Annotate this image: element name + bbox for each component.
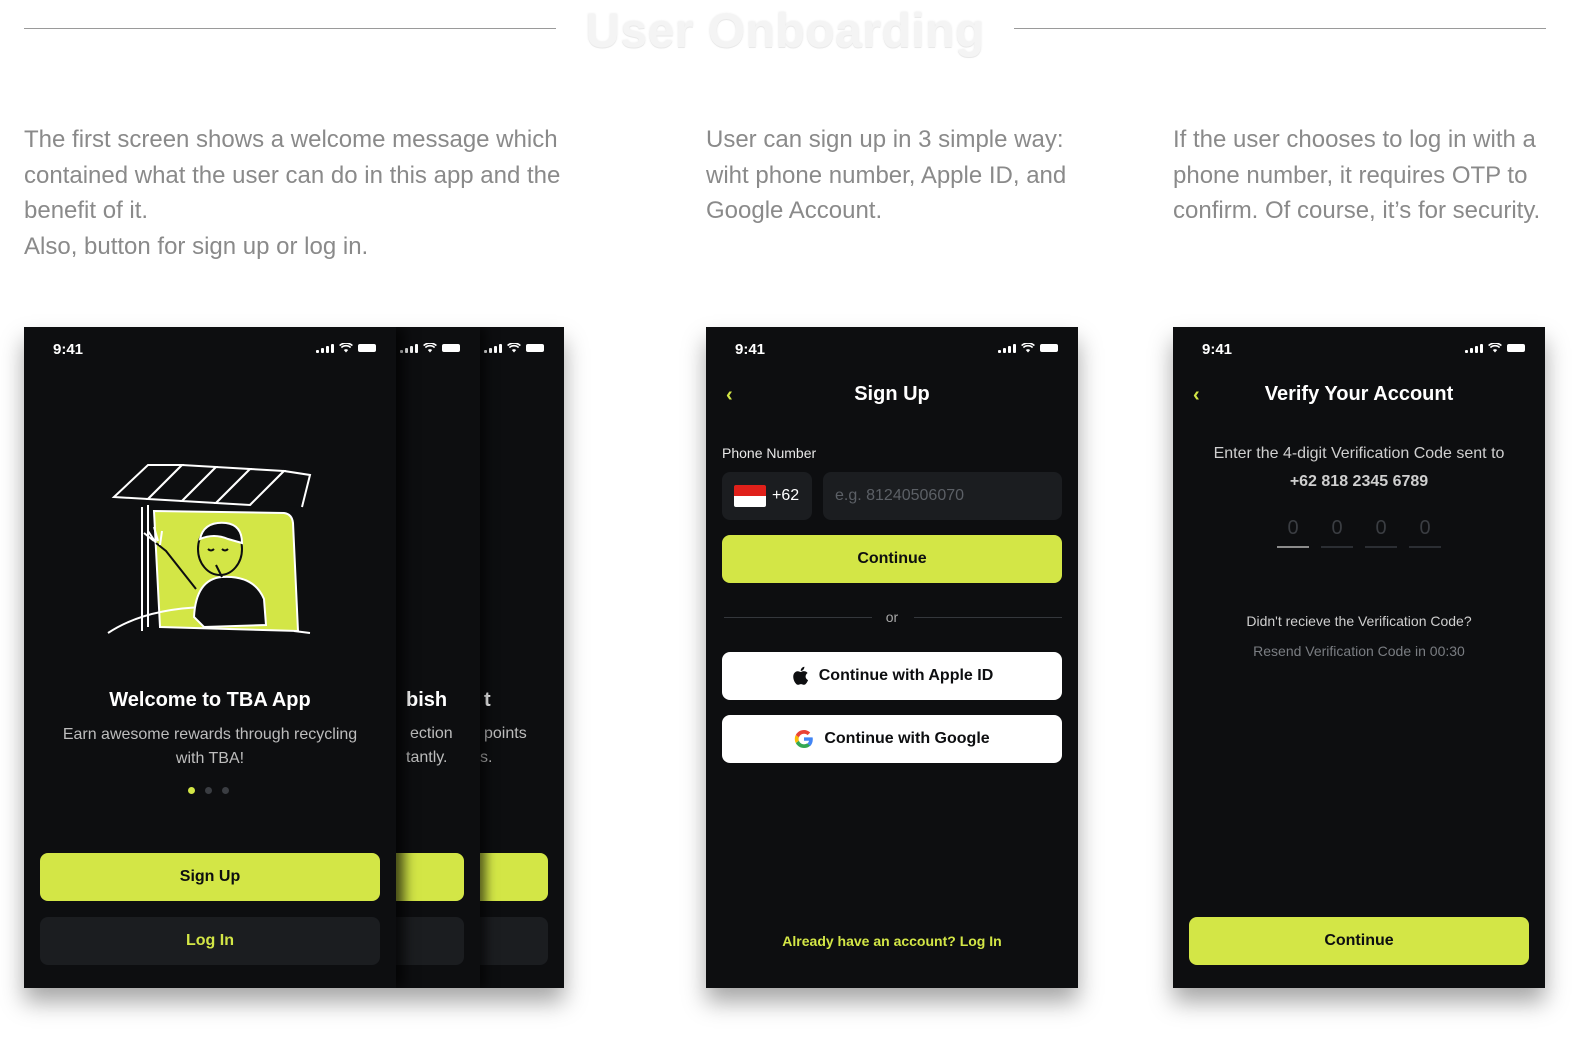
- welcome-screen-stack: t points s. bish ection tantly. 9:41 Wel…: [24, 327, 564, 988]
- divider-right: [914, 617, 1062, 618]
- signal-icon: [998, 343, 1016, 353]
- welcome-title: Welcome to TBA App: [109, 689, 311, 711]
- welcome-subtitle: Earn awesome rewards through recycling w…: [62, 726, 358, 767]
- indonesia-flag-icon: [734, 485, 766, 507]
- verify-instruction: Enter the 4-digit Verification Code sent…: [1213, 445, 1505, 462]
- login-button-partial: [480, 917, 548, 965]
- wifi-icon: [423, 343, 437, 353]
- battery-icon: [526, 344, 544, 352]
- onboarding-2-sub-b: tantly.: [406, 749, 448, 766]
- login-link[interactable]: Already have an account? Log In: [706, 933, 1078, 949]
- onboarding-3-sub-a: points: [484, 725, 527, 742]
- status-icons: [316, 343, 376, 353]
- battery-icon: [442, 344, 460, 352]
- phone-number-input[interactable]: e.g. 81240506070: [823, 472, 1062, 520]
- continue-button[interactable]: Continue: [722, 535, 1062, 583]
- page-indicator: [188, 787, 229, 794]
- welcome-description-line-2: Also, button for sign up or log in.: [24, 232, 369, 260]
- apple-icon: [792, 666, 808, 685]
- onboarding-screen-2: bish ection tantly.: [396, 327, 480, 988]
- status-icons: [1465, 343, 1525, 353]
- country-code-select[interactable]: +62: [722, 472, 812, 520]
- google-signin-button[interactable]: Continue with Google: [722, 715, 1062, 763]
- signup-button[interactable]: Sign Up: [40, 853, 380, 901]
- signup-title: Sign Up: [854, 383, 930, 405]
- status-time: 9:41: [53, 341, 84, 358]
- google-signin-label: Continue with Google: [824, 730, 990, 747]
- header-divider-left: [24, 28, 556, 29]
- battery-icon: [358, 344, 376, 352]
- page-dot[interactable]: [205, 787, 212, 794]
- not-received-text: Didn't recieve the Verification Code?: [1246, 613, 1472, 629]
- onboarding-3-sub-b: s.: [480, 749, 493, 766]
- login-button-partial: [396, 917, 464, 965]
- welcome-screen: 9:41 Welcome to TBA App Earn awesome rew…: [24, 327, 396, 988]
- page-title: User Onboarding: [585, 5, 985, 58]
- otp-digit-4[interactable]: 0: [1409, 517, 1441, 548]
- resend-countdown[interactable]: Resend Verification Code in 00:30: [1173, 643, 1545, 659]
- country-code: +62: [772, 487, 800, 504]
- verify-title: Verify Your Account: [1264, 383, 1454, 405]
- onboarding-screen-3: t points s.: [480, 327, 564, 988]
- apple-signin-label: Continue with Apple ID: [818, 667, 994, 684]
- wifi-icon: [1488, 343, 1502, 353]
- page-dot[interactable]: [222, 787, 229, 794]
- signal-icon: [484, 343, 502, 353]
- welcome-description-line-1: The first screen shows a welcome message…: [24, 126, 561, 224]
- status-time: 9:41: [1202, 341, 1233, 358]
- verify-description: If the user chooses to log in with a pho…: [1173, 126, 1541, 224]
- page-dot-active[interactable]: [188, 787, 195, 794]
- signal-icon: [400, 343, 418, 353]
- onboarding-2-title: bish: [406, 689, 448, 711]
- verify-screen: 9:41 ‹ Verify Your Account Enter the 4-d…: [1173, 327, 1545, 988]
- wifi-icon: [507, 343, 521, 353]
- divider-left: [724, 617, 872, 618]
- signup-button-partial: [480, 853, 548, 901]
- signup-description: User can sign up in 3 simple way: wiht p…: [706, 126, 1067, 224]
- otp-input-group[interactable]: 0 0 0 0: [1277, 517, 1441, 548]
- battery-icon: [1507, 344, 1525, 352]
- header-divider-right: [1014, 28, 1546, 29]
- status-time: 9:41: [735, 341, 766, 358]
- wifi-icon: [339, 343, 353, 353]
- phone-number-label: Phone Number: [722, 445, 817, 461]
- signal-icon: [316, 343, 334, 353]
- signup-screen: 9:41 ‹ Sign Up Phone Number +62 e.g. 812…: [706, 327, 1078, 988]
- battery-icon: [1040, 344, 1058, 352]
- welcome-illustration: [107, 463, 312, 634]
- otp-digit-1[interactable]: 0: [1277, 517, 1309, 548]
- google-icon: [795, 730, 814, 748]
- verify-nav-bar: ‹ Verify Your Account: [1173, 379, 1545, 411]
- status-icons: [484, 343, 544, 353]
- wifi-icon: [1021, 343, 1035, 353]
- otp-digit-3[interactable]: 0: [1365, 517, 1397, 548]
- signup-nav-bar: ‹ Sign Up: [706, 379, 1078, 411]
- verify-phone-number: +62 818 2345 6789: [1289, 473, 1429, 490]
- onboarding-2-sub-a: ection: [410, 725, 453, 742]
- otp-digit-2[interactable]: 0: [1321, 517, 1353, 548]
- continue-button[interactable]: Continue: [1189, 917, 1529, 965]
- welcome-description: The first screen shows a welcome message…: [24, 122, 564, 264]
- login-button[interactable]: Log In: [40, 917, 380, 965]
- signup-button-partial: [396, 853, 464, 901]
- or-separator: or: [885, 609, 899, 625]
- apple-signin-button[interactable]: Continue with Apple ID: [722, 652, 1062, 700]
- status-icons: [998, 343, 1058, 353]
- status-icons: [400, 343, 460, 353]
- signal-icon: [1465, 343, 1483, 353]
- onboarding-3-title: t: [484, 689, 491, 711]
